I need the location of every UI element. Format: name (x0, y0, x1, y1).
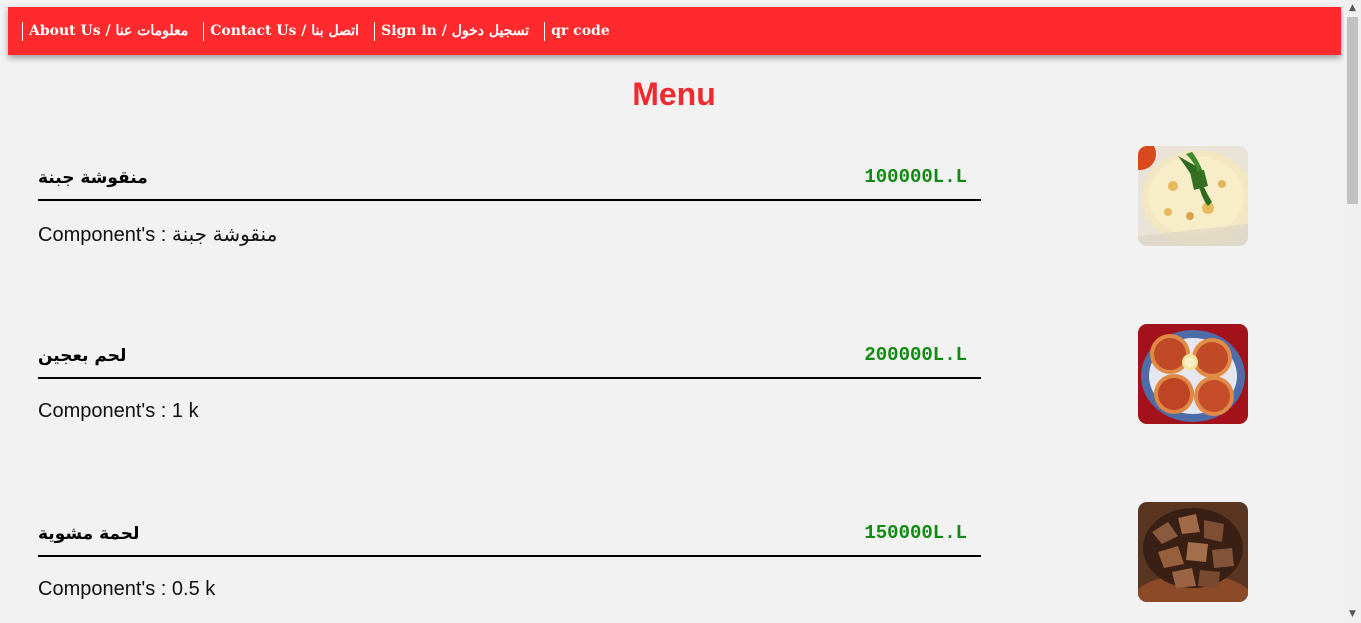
menu-item-components: Component's : 1 k (38, 400, 199, 422)
page-title: Menu (632, 76, 716, 112)
menu-item-name: منقوشة جبنة (38, 168, 148, 188)
menu-item-divider (38, 199, 981, 201)
nav-link-sign-in[interactable]: Sign in / تسجيل دخول (374, 21, 535, 41)
menu-item-price: 100000L.L (864, 166, 967, 188)
menu-item-divider (38, 377, 981, 379)
scroll-down-arrow-icon[interactable]: ▼ (1344, 606, 1361, 623)
menu-item: لحمة مشوية 150000L.L Component's : 0.5 k (38, 502, 1248, 612)
menu-item-price: 150000L.L (864, 522, 967, 544)
nav-link-contact[interactable]: Contact Us / اتصل بنا (203, 21, 365, 41)
menu-item-divider (38, 555, 981, 557)
menu-item-price: 200000L.L (864, 344, 967, 366)
scroll-thumb[interactable] (1347, 17, 1358, 204)
menu-item: منقوشة جبنة 100000L.L Component's : منقو… (38, 146, 1248, 256)
menu-item-components: Component's : منقوشة جبنة (38, 224, 278, 246)
top-navbar: About Us / معلومات عنا Contact Us / اتصل… (8, 7, 1341, 55)
menu-item-name: لحمة مشوية (38, 524, 140, 544)
nav-link-about[interactable]: About Us / معلومات عنا (22, 21, 194, 41)
cheese-manakish-photo (1138, 146, 1248, 246)
menu-item-name: لحم بعجين (38, 346, 127, 366)
menu-item-components: Component's : 0.5 k (38, 578, 216, 600)
menu-item: لحم بعجين 200000L.L Component's : 1 k (38, 324, 1248, 434)
grilled-meat-photo (1138, 502, 1248, 602)
lahm-bi-ajeen-photo (1138, 324, 1248, 424)
vertical-scrollbar[interactable]: ▲ ▼ (1344, 0, 1361, 623)
nav-link-qr-code[interactable]: qr code (544, 21, 616, 41)
scroll-up-arrow-icon[interactable]: ▲ (1344, 0, 1361, 17)
